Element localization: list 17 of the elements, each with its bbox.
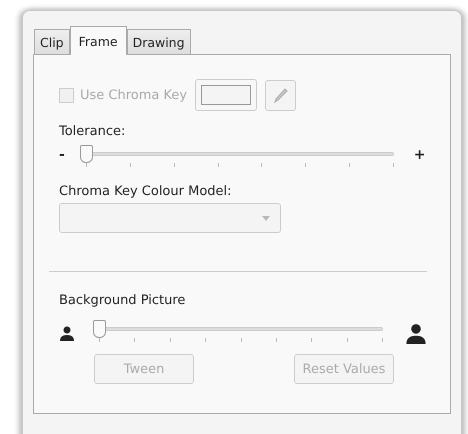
slider-thumb[interactable]: [80, 145, 94, 163]
slider-thumb[interactable]: [93, 320, 106, 338]
colour-swatch-button[interactable]: [195, 79, 258, 111]
tab[interactable]: Clip: [34, 29, 70, 54]
eyedropper-button[interactable]: [265, 80, 296, 110]
tab[interactable]: Drawing: [126, 29, 191, 54]
eyedropper-icon: [272, 86, 290, 104]
person-icon: [405, 322, 427, 344]
tab[interactable]: Frame: [70, 26, 127, 55]
colour-model-label: Chroma Key Colour Model:: [59, 184, 233, 199]
background-picture-label: Background Picture: [59, 293, 186, 308]
checkbox-label: Use Chroma Key: [80, 88, 188, 102]
person-icon: [59, 325, 75, 341]
tolerance-label: Tolerance:: [59, 124, 126, 139]
plus-label: +: [414, 147, 426, 163]
caret-icon: [262, 216, 270, 220]
minus-label: -: [59, 147, 66, 163]
